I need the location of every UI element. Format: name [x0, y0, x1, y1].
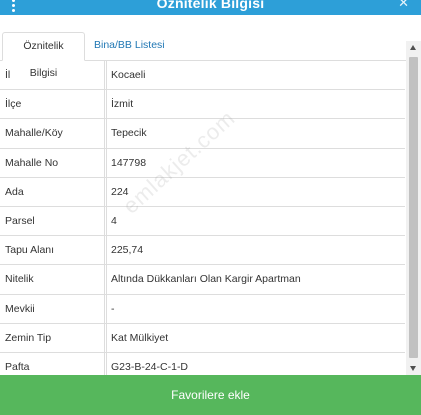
- attribute-key: Parsel: [5, 206, 105, 236]
- table-row: Tapu Alanı 225,74: [0, 236, 405, 266]
- attribute-value: Tepecik: [111, 127, 147, 140]
- table-row: Mahalle/Köy Tepecik: [0, 119, 405, 149]
- attribute-key: Mahalle/Köy: [5, 119, 105, 148]
- table-row: Parsel 4: [0, 206, 405, 237]
- table-row: İl Kocaeli: [0, 61, 405, 91]
- table-row: Nitelik Altında Dükkanları Olan Kargir A…: [0, 265, 405, 295]
- attribute-value: Altında Dükkanları Olan Kargir Apartman: [111, 273, 301, 286]
- attribute-value: Kat Mülkiyet: [111, 331, 169, 344]
- attribute-value: 224: [111, 185, 129, 198]
- attribute-value: 147798: [111, 156, 147, 169]
- scroll-up-icon[interactable]: [410, 45, 416, 50]
- attribute-value: 4: [111, 215, 117, 228]
- dialog-title: Öznitelik Bilgisi: [156, 0, 265, 11]
- tab-oznitelik-bilgisi[interactable]: Öznitelik Bilgisi: [2, 32, 85, 79]
- scroll-down-icon[interactable]: [410, 366, 416, 371]
- tab-bar: Öznitelik Bilgisi Bina/BB Listesi: [0, 28, 421, 79]
- attribute-value: -: [111, 302, 115, 315]
- table-row: Mahalle No 147798: [0, 148, 405, 178]
- attribute-value: Kocaeli: [111, 69, 146, 82]
- attribute-value: İzmit: [111, 98, 134, 111]
- attribute-key: Mevkii: [5, 294, 105, 323]
- table-row: Zemin Tip Kat Mülkiyet: [0, 323, 405, 353]
- attribute-key: Ada: [5, 177, 105, 206]
- add-to-favorites-button[interactable]: Favorilere ekle: [0, 375, 421, 415]
- close-icon[interactable]: ✕: [398, 0, 409, 11]
- attribute-key: Tapu Alanı: [5, 236, 105, 265]
- table-row: Ada 224: [0, 177, 405, 207]
- attribute-value: 225,74: [111, 244, 144, 257]
- attribute-key: İlçe: [5, 90, 105, 119]
- dialog-header: Öznitelik Bilgisi ✕: [0, 0, 421, 15]
- attribute-key: Zemin Tip: [5, 323, 105, 352]
- attribute-key: Nitelik: [5, 265, 105, 294]
- table-row: İlçe İzmit: [0, 90, 405, 120]
- attribute-key: İl: [5, 61, 105, 90]
- attribute-table: İl Kocaeli İlçe İzmit Mahalle/Köy Tepeci…: [0, 61, 405, 383]
- attribute-key: Mahalle No: [5, 148, 105, 177]
- scrollbar-thumb[interactable]: [409, 57, 418, 358]
- table-row: Mevkii -: [0, 294, 405, 324]
- vertical-scrollbar[interactable]: [406, 41, 421, 375]
- tab-bina-bb-listesi[interactable]: Bina/BB Listesi: [88, 32, 171, 61]
